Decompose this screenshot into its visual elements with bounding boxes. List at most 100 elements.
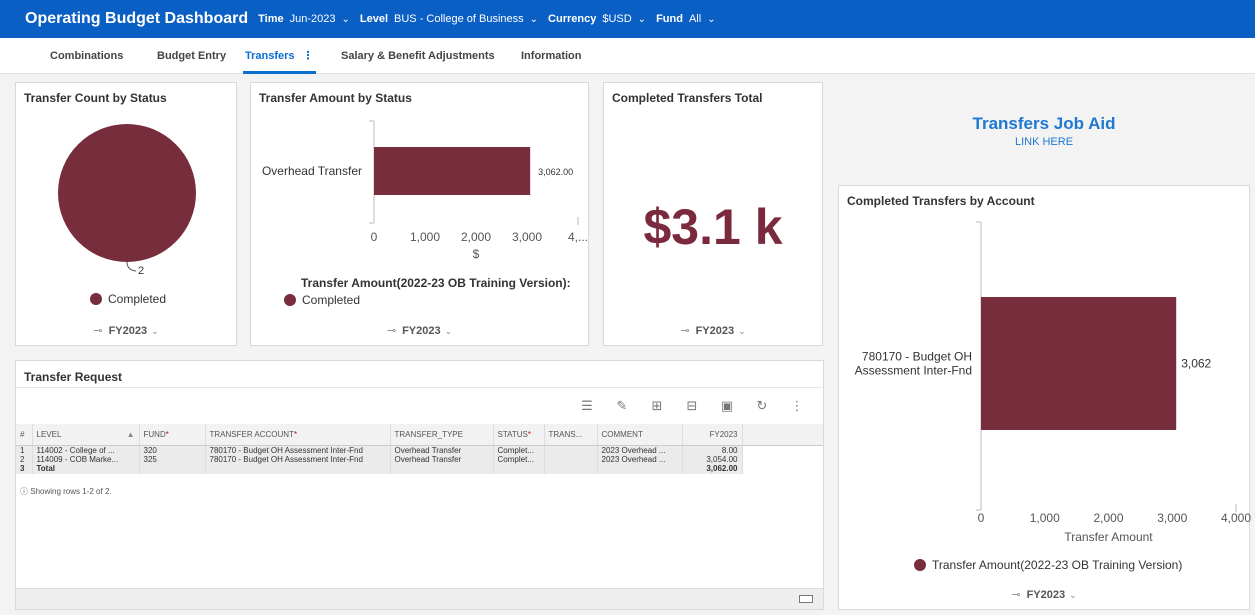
- filter-currency-label: Currency: [548, 13, 597, 25]
- table-row-total: 3 Total 3,062.00: [16, 464, 823, 474]
- table-cell[interactable]: 320: [139, 445, 206, 455]
- refresh-icon[interactable]: ↻: [749, 398, 775, 414]
- x-tick-label: 4,000: [1221, 511, 1251, 525]
- period-selector[interactable]: ⊸ FY2023 ⌄: [839, 588, 1249, 601]
- table-cell[interactable]: 8.00: [682, 445, 743, 455]
- filter-currency[interactable]: Currency $USD ⌄: [548, 13, 646, 25]
- column-header[interactable]: STATUS*: [493, 424, 545, 446]
- table-cell[interactable]: 325: [139, 454, 206, 464]
- job-aid-link[interactable]: LINK HERE: [838, 136, 1250, 148]
- required-icon: *: [293, 429, 298, 439]
- table-cell[interactable]: 780170 - Budget OH Assessment Inter-Fnd: [205, 445, 391, 455]
- table-cell: [493, 464, 545, 474]
- x-tick-label: 3,000: [1157, 511, 1187, 525]
- pie-data-label: 2: [138, 265, 144, 277]
- table-cell[interactable]: 114009 - COB Marke...: [32, 454, 140, 464]
- legend-label: Completed: [302, 293, 361, 307]
- edit-icon[interactable]: ✎: [609, 398, 635, 414]
- required-icon: *: [165, 429, 169, 439]
- row-info: ⓘ Showing rows 1-2 of 2.: [20, 486, 112, 497]
- column-header-spacer: [742, 424, 823, 446]
- bar[interactable]: [374, 147, 531, 195]
- column-header[interactable]: COMMENT: [597, 424, 683, 446]
- table-cell: [390, 464, 494, 474]
- period-label: FY2023: [695, 325, 735, 337]
- bar-chart: 3,062.00 Overhead Transfer 0 1,000 2,000 3,00…: [262, 120, 588, 261]
- table-row[interactable]: 1 114002 - College of ... 320 780170 - B…: [16, 445, 823, 455]
- chevron-down-icon: ⌄: [151, 326, 159, 336]
- keyboard-icon[interactable]: [799, 595, 813, 603]
- legend-label: Completed: [108, 292, 167, 306]
- x-tick-label: 2,000: [461, 230, 491, 244]
- tab-information[interactable]: Information: [521, 38, 582, 74]
- chevron-down-icon: ⌄: [341, 13, 350, 25]
- table-cell[interactable]: Complet...: [493, 445, 545, 455]
- period-label: FY2023: [1026, 589, 1066, 601]
- period-label: FY2023: [108, 325, 148, 337]
- filter-currency-value: $USD: [602, 13, 632, 25]
- filter-icon[interactable]: ☰: [574, 398, 600, 414]
- column-header[interactable]: TRANSFER ACCOUNT*: [205, 424, 391, 446]
- column-header-label: STATUS: [497, 429, 528, 439]
- period-selector[interactable]: ⊸ FY2023 ⌄: [251, 324, 588, 337]
- kpi-value: $3.1 k: [643, 199, 783, 255]
- filter-level-label: Level: [359, 13, 389, 25]
- table-cell: Total: [32, 464, 140, 474]
- table-row[interactable]: 2 114009 - COB Marke... 325 780170 - Bud…: [16, 454, 823, 464]
- table-cell[interactable]: Overhead Transfer: [390, 445, 494, 455]
- bar-data-label: 3,062: [1181, 357, 1211, 371]
- dashboard-title: Operating Budget Dashboard: [25, 10, 249, 27]
- column-header[interactable]: TRANSFER_TYPE: [390, 424, 494, 446]
- table-cell-spacer: [742, 454, 823, 464]
- tab-transfers[interactable]: Transfers ⋮: [243, 38, 316, 74]
- more-icon[interactable]: ⋮: [784, 398, 810, 414]
- table-cell[interactable]: 780170 - Budget OH Assessment Inter-Fnd: [205, 454, 391, 464]
- more-options-icon[interactable]: ⋮: [303, 50, 314, 62]
- category-label: Assessment Inter-Fnd: [855, 364, 972, 378]
- tab-combinations[interactable]: Combinations: [50, 38, 123, 74]
- column-header[interactable]: FUND*: [139, 424, 206, 446]
- table-cell[interactable]: 114002 - College of ...: [32, 445, 140, 455]
- by-account-card: Completed Transfers by Account 3,062 7801…: [838, 185, 1251, 610]
- column-header[interactable]: TRANS...: [544, 424, 598, 446]
- delete-row-icon[interactable]: ⊟: [679, 398, 705, 414]
- dashboard-header: Operating Budget Dashboard Time Jun-2023…: [0, 0, 1255, 38]
- period-selector[interactable]: ⊸ FY2023 ⌄: [16, 324, 236, 337]
- table-cell[interactable]: Complet...: [493, 454, 545, 464]
- pin-icon: ⊸: [386, 325, 397, 337]
- table-footer: [16, 588, 823, 609]
- column-header[interactable]: LEVEL ▲: [32, 424, 140, 446]
- filter-fund[interactable]: Fund All ⌄: [656, 13, 716, 25]
- legend-title: Transfer Amount(2022-23 OB Training Vers…: [301, 276, 571, 290]
- legend-swatch: [914, 559, 926, 571]
- chevron-down-icon: ⌄: [1069, 590, 1077, 600]
- table-cell: [597, 464, 683, 474]
- table-cell[interactable]: 2023 Overhead ...: [597, 454, 683, 464]
- save-icon[interactable]: ▣: [714, 398, 740, 414]
- filter-level[interactable]: Level BUS - College of Business ⌄: [360, 13, 538, 25]
- table-cell[interactable]: 3,054.00: [682, 454, 743, 464]
- add-row-icon[interactable]: ⊞: [644, 398, 670, 414]
- x-tick-label: 0: [978, 511, 985, 525]
- table-cell[interactable]: Overhead Transfer: [390, 454, 494, 464]
- chevron-down-icon: ⌄: [707, 13, 716, 25]
- period-selector[interactable]: ⊸ FY2023 ⌄: [604, 324, 822, 337]
- table-toolbar: ☰ ✎ ⊞ ⊟ ▣ ↻ ⋮: [574, 398, 819, 414]
- completed-total-card: Completed Transfers Total $3.1 k ⊸ FY2023…: [603, 82, 823, 346]
- legend-swatch: [284, 294, 296, 306]
- legend-swatch: [90, 293, 102, 305]
- tab-budget-entry[interactable]: Budget Entry: [157, 38, 226, 74]
- table-cell[interactable]: [544, 454, 598, 464]
- table-cell[interactable]: 2023 Overhead ...: [597, 445, 683, 455]
- filter-time[interactable]: Time Jun-2023 ⌄: [258, 13, 350, 25]
- column-header[interactable]: FY2023: [682, 424, 743, 446]
- pie-slice-completed[interactable]: [58, 124, 196, 262]
- column-header[interactable]: #: [16, 424, 33, 446]
- pie-label-leader: [126, 261, 137, 272]
- card-title: Completed Transfers Total: [612, 91, 763, 105]
- tab-transfers-label: Transfers: [245, 50, 295, 62]
- bar[interactable]: [981, 297, 1177, 430]
- tab-salary-benefit-adjustments[interactable]: Salary & Benefit Adjustments: [341, 38, 495, 74]
- transfer-count-card: Transfer Count by Status 2 Completed ⊸ FY…: [15, 82, 237, 346]
- table-cell[interactable]: [544, 445, 598, 455]
